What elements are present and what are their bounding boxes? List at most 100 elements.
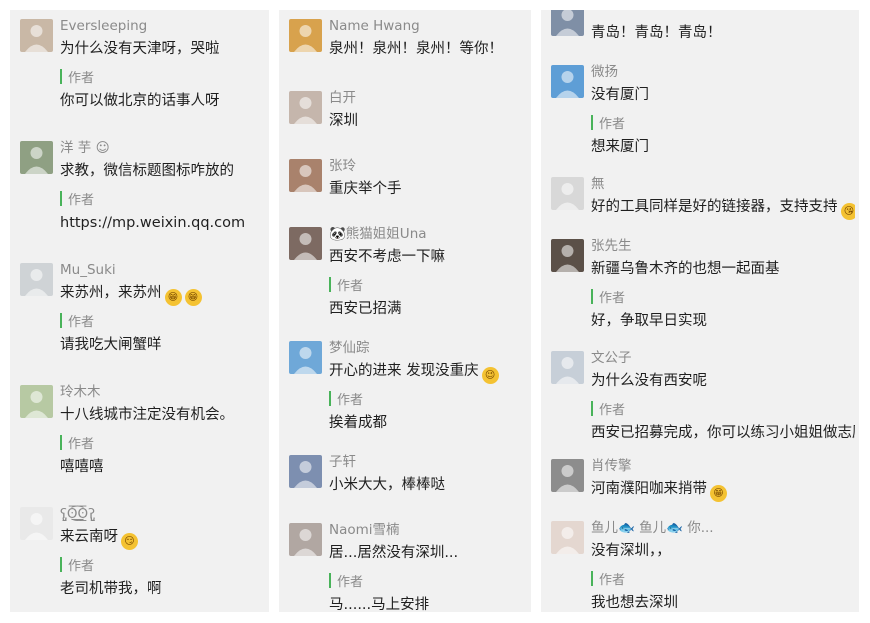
- commenter-name[interactable]: 张先生: [591, 236, 855, 256]
- author-label: 作者: [599, 116, 626, 132]
- author-reply-text: https://mp.weixin.qq.com: [60, 215, 246, 231]
- comment-text: 为什么没有西安呢: [591, 368, 855, 394]
- comment-text-content: 求教，微信标题图标咋放的: [60, 163, 234, 179]
- comment-item: 玲木木 十八线城市注定没有机会。 作者 嘻嘻嘻: [10, 380, 269, 490]
- comment-body: 微扬没有厦门作者想来厦门: [591, 62, 855, 160]
- comment-text: 居...居然没有深圳...: [329, 540, 527, 566]
- commenter-name[interactable]: 洋 芋 ☺: [60, 138, 265, 158]
- person-avatar-icon[interactable]: [551, 10, 584, 36]
- commenter-name[interactable]: 玲木木: [60, 382, 265, 402]
- commenter-name[interactable]: 微扬: [591, 62, 855, 82]
- author-reply-text: 嘻嘻嘻: [60, 459, 104, 475]
- comment-item: Mu_Suki 来苏州，来苏州 😁 😁 作者 请我吃大闸蟹咩: [10, 258, 269, 368]
- comment-item: 文公子 为什么没有西安呢 作者 西安已招募完成，你可以练习小姐姐做志愿: [541, 346, 859, 456]
- cartoon-avatar-icon[interactable]: [20, 385, 53, 418]
- author-bar: [329, 276, 331, 292]
- author-reply-text: 想来厦门: [591, 139, 649, 155]
- author-reply-header: 作者: [329, 388, 527, 408]
- commenter-name[interactable]: 梦仙踪: [329, 338, 527, 358]
- person-avatar-icon[interactable]: [551, 177, 584, 210]
- commenter-name[interactable]: Naomi雪楠: [329, 520, 527, 540]
- person-avatar-icon[interactable]: [289, 523, 322, 556]
- person-avatar-icon[interactable]: [551, 521, 584, 554]
- author-reply-header: 作者: [329, 274, 527, 294]
- comment-text-content: 西安不考虑一下嘛: [329, 249, 445, 265]
- comment-body: 玲木木 十八线城市注定没有机会。 作者 嘻嘻嘻: [60, 382, 265, 480]
- commenter-name[interactable]: 肖传擎: [591, 456, 855, 476]
- author-bar: [591, 570, 593, 586]
- author-bar: [60, 556, 62, 572]
- author-reply-text: 好，争取早日实现: [591, 313, 707, 329]
- comment-body: 鱼儿🐟 鱼儿🐟 你... 没有深圳，， 作者 我也想去深圳: [591, 518, 855, 612]
- person-avatar-icon[interactable]: [551, 239, 584, 272]
- landscape-avatar-icon[interactable]: [551, 65, 584, 98]
- comment-text: 求教，微信标题图标咋放的: [60, 158, 265, 184]
- comment-item: 子轩 小米大大，棒棒哒: [279, 450, 531, 510]
- person-avatar-icon[interactable]: [551, 351, 584, 384]
- person-avatar-icon[interactable]: [551, 459, 584, 492]
- author-reply-text: 我也想去深圳: [591, 595, 678, 611]
- comment-body: 🐼熊猫姐姐Una 西安不考虑一下嘛作者西安已招满: [329, 224, 527, 322]
- cartoon-avatar-icon[interactable]: [20, 507, 53, 540]
- commenter-name[interactable]: ʕ̡̢̡ʘ̅͟͜͡ʘ̲̅ʔ̢̡̢: [60, 504, 265, 524]
- person-avatar-icon[interactable]: [20, 141, 53, 174]
- comment-body: Eversleeping 为什么没有天津呀，哭啦 作者 你可以做北京的话事人呀: [60, 16, 265, 114]
- author-reply-header: 作者: [329, 570, 527, 590]
- comment-body: 张玲 重庆举个手: [329, 156, 527, 202]
- comment-text: 来苏州，来苏州 😁 😁: [60, 280, 265, 306]
- person-avatar-icon[interactable]: [289, 227, 322, 260]
- comment-body: ʕ̡̢̡ʘ̅͟͜͡ʘ̲̅ʔ̢̡̢ 来云南呀 😏 作者 老司机带我，啊: [60, 504, 265, 602]
- comment-text: 小米大大，棒棒哒: [329, 472, 527, 498]
- author-bar: [329, 572, 331, 588]
- author-label: 作者: [599, 290, 626, 306]
- comment-body: 無好的工具同样是好的链接器，支持支持 😘: [591, 174, 855, 220]
- comment-text: 新疆乌鲁木齐的也想一起面基: [591, 256, 855, 282]
- comment-text-content: 青岛！青岛！青岛！: [591, 25, 722, 41]
- commenter-name[interactable]: 文公子: [591, 348, 855, 368]
- comment-text: 没有厦门: [591, 82, 855, 108]
- comment-text: 十八线城市注定没有机会。: [60, 402, 265, 428]
- commenter-name[interactable]: 张玲: [329, 156, 527, 176]
- emoji-icon: 😁: [184, 289, 202, 306]
- commenter-name[interactable]: 白开: [329, 88, 527, 108]
- landscape-avatar-icon[interactable]: [289, 341, 322, 374]
- comment-item: 梦仙踪 开心的进来 发现没重庆 😉 作者 挨着成都: [279, 336, 531, 446]
- commenter-name[interactable]: 無: [591, 174, 855, 194]
- author-label: 作者: [68, 70, 95, 86]
- author-label: 作者: [68, 558, 95, 574]
- commenter-name[interactable]: 🐼熊猫姐姐Una: [329, 224, 527, 244]
- comment-body: 梦仙踪 开心的进来 发现没重庆 😉 作者 挨着成都: [329, 338, 527, 436]
- comment-text: 西安不考虑一下嘛: [329, 244, 527, 270]
- commenter-name[interactable]: Mu_Suki: [60, 260, 265, 280]
- comment-text-content: 为什么没有西安呢: [591, 373, 707, 389]
- comment-text: 没有深圳，，: [591, 538, 855, 564]
- commenter-name[interactable]: Eversleeping: [60, 16, 265, 36]
- person-avatar-icon[interactable]: [289, 91, 322, 124]
- author-reply-text: 西安已招满: [329, 301, 402, 317]
- comment-item: Naomi雪楠 居...居然没有深圳... 作者 马......马上安排: [279, 518, 531, 612]
- comment-item: 無好的工具同样是好的链接器，支持支持 😘: [541, 172, 859, 232]
- commenter-name[interactable]: [591, 10, 855, 20]
- person-avatar-icon[interactable]: [20, 19, 53, 52]
- comment-body: 子轩 小米大大，棒棒哒: [329, 452, 527, 498]
- comment-item: 🐼熊猫姐姐Una 西安不考虑一下嘛作者西安已招满: [279, 222, 531, 332]
- comment-item: 青岛！青岛！青岛！: [541, 10, 859, 58]
- person-avatar-icon[interactable]: [289, 455, 322, 488]
- comment-body: Naomi雪楠 居...居然没有深圳... 作者 马......马上安排: [329, 520, 527, 612]
- author-label: 作者: [337, 392, 364, 408]
- bear-avatar-icon[interactable]: [289, 19, 322, 52]
- comment-body: 张先生 新疆乌鲁木齐的也想一起面基作者好，争取早日实现: [591, 236, 855, 334]
- person-avatar-icon[interactable]: [289, 159, 322, 192]
- comment-body: 白开 深圳: [329, 88, 527, 134]
- author-bar: [60, 190, 62, 206]
- commenter-name[interactable]: Name Hwang: [329, 16, 527, 36]
- comment-text: 深圳: [329, 108, 527, 134]
- cartoon-avatar-icon[interactable]: [20, 263, 53, 296]
- comment-item: ʕ̡̢̡ʘ̅͟͜͡ʘ̲̅ʔ̢̡̢ 来云南呀 😏 作者 老司机带我，啊: [10, 502, 269, 612]
- comment-item: 鱼儿🐟 鱼儿🐟 你... 没有深圳，， 作者 我也想去深圳: [541, 516, 859, 612]
- commenter-name[interactable]: 鱼儿🐟 鱼儿🐟 你...: [591, 518, 855, 538]
- comment-text-content: 没有厦门: [591, 87, 649, 103]
- comment-text-content: 十八线城市注定没有机会。: [60, 407, 234, 423]
- author-bar: [591, 288, 593, 304]
- commenter-name[interactable]: 子轩: [329, 452, 527, 472]
